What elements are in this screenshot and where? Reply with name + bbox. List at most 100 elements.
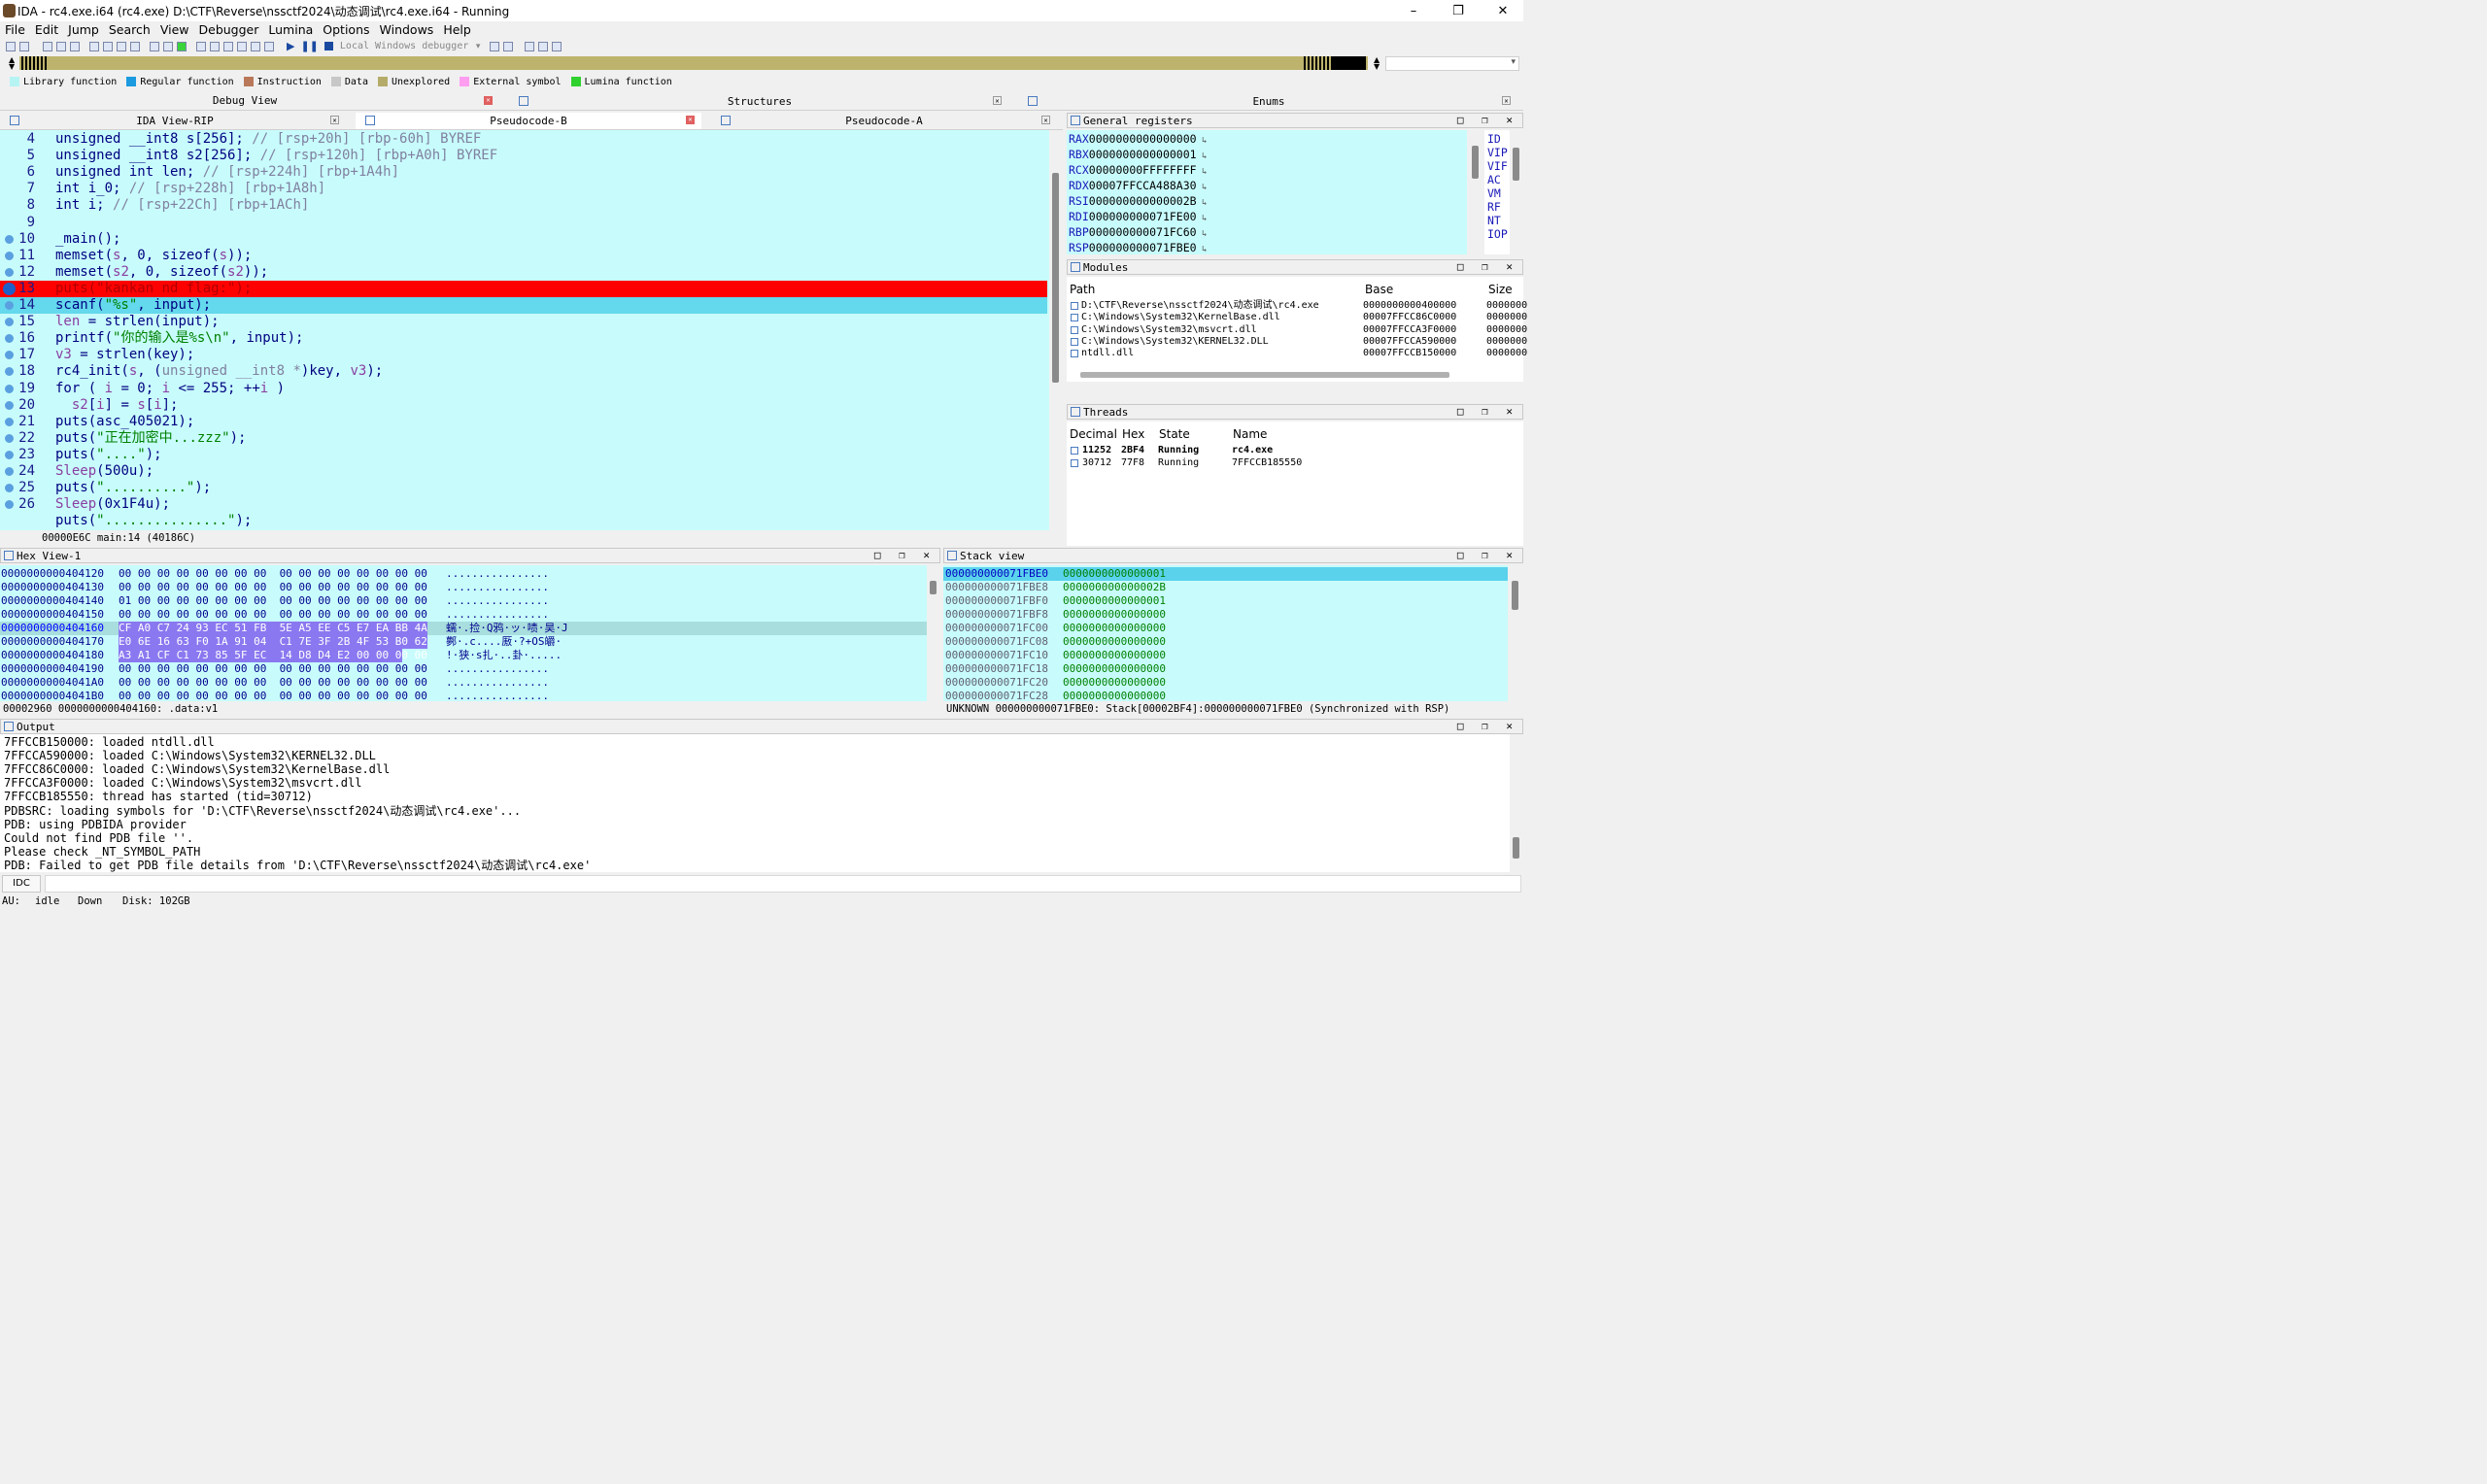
hex-row[interactable]: 0000000000404190 00 00 00 00 00 00 00 00 … <box>0 662 927 676</box>
stack-scrollbar[interactable] <box>1508 565 1523 701</box>
run-to-icon[interactable] <box>503 41 514 51</box>
stack-value[interactable]: 0000000000000000 <box>1063 690 1166 701</box>
code-line[interactable]: 19 for ( i = 0; i <= 255; ++i ) <box>0 381 1047 397</box>
code-line[interactable]: 21 puts(asc_405021); <box>0 414 1047 430</box>
hex-row[interactable]: 0000000000404180 A3 A1 CF C1 73 85 5F EC … <box>0 649 927 662</box>
registers-pane[interactable]: RAX0000000000000000 ↳ RBX0000000000000001… <box>1067 130 1467 254</box>
breakpoint-dot[interactable] <box>5 484 14 493</box>
hex-bytes[interactable]: 00 00 00 00 00 00 00 00 00 00 00 00 00 0… <box>119 676 427 690</box>
jump-arrow-icon[interactable]: ↳ <box>1197 198 1207 208</box>
stack-value[interactable]: 0000000000000000 <box>1063 662 1166 676</box>
register-row[interactable]: RSI000000000000002B ↳ <box>1069 193 1207 209</box>
register-value[interactable]: 0000000000000001 <box>1089 148 1197 161</box>
hex-ascii[interactable]: ................ <box>446 594 549 608</box>
breakpoint-dot[interactable] <box>5 301 14 310</box>
flag-item[interactable]: VIP <box>1487 146 1508 159</box>
pane-controls[interactable]: □ ❐ ✕ <box>1457 405 1518 418</box>
code-line[interactable]: 4 unsigned __int8 s[256]; // [rsp+20h] [r… <box>0 131 1047 148</box>
down-arrow-icon[interactable] <box>130 41 140 51</box>
thread-name[interactable]: 7FFCCB185550 <box>1232 457 1302 469</box>
breakpoint-dot[interactable] <box>5 267 14 277</box>
hex-ascii[interactable]: ................ <box>446 581 549 594</box>
thread-dec[interactable]: 11252 <box>1082 445 1111 456</box>
stack-row[interactable]: 000000000071FC10 0000000000000000 <box>943 649 1508 662</box>
tab-pseudocode-a[interactable]: Pseudocode-A ✕ <box>711 115 1057 127</box>
register-value[interactable]: 00000000FFFFFFFF <box>1089 163 1197 177</box>
flag-item[interactable]: NT <box>1487 214 1501 227</box>
pane-controls[interactable]: □ ❐ ✕ <box>1457 720 1518 732</box>
code-scrollbar[interactable] <box>1049 130 1063 530</box>
flag-item[interactable]: IOP <box>1487 227 1508 241</box>
tab-enums[interactable]: Enums ✕ <box>1022 95 1516 108</box>
pane-controls[interactable]: □ ❐ ✕ <box>874 549 936 561</box>
chevron-down-icon[interactable]: ▾ <box>476 42 481 51</box>
stack-value[interactable]: 000000000000002B <box>1063 581 1166 594</box>
modules-hscroll[interactable] <box>1080 372 1449 378</box>
module-path[interactable]: C:\Windows\System32\KERNEL32.DLL <box>1081 336 1269 348</box>
code-line[interactable]: puts("..............."); <box>0 513 1047 529</box>
menu-view[interactable]: View <box>155 22 194 37</box>
hex-bytes[interactable]: 00 00 00 00 00 00 00 00 00 00 00 00 00 0… <box>119 567 427 581</box>
string-icon[interactable] <box>163 41 173 51</box>
jump-arrow-icon[interactable]: ↳ <box>1197 136 1207 146</box>
thread-state[interactable]: Running <box>1158 445 1199 456</box>
col-state[interactable]: State <box>1159 427 1190 441</box>
menu-file[interactable]: File <box>0 22 30 37</box>
lumina-icon[interactable] <box>177 41 187 51</box>
stack-row[interactable]: 000000000071FC18 0000000000000000 <box>943 662 1508 676</box>
flag-item[interactable]: VIF <box>1487 159 1508 173</box>
output-pane[interactable]: 7FFCCB150000: loaded ntdll.dll 7FFCCA5900… <box>0 734 1510 872</box>
hex-bytes[interactable]: 00 00 00 00 00 00 00 00 00 00 00 00 00 0… <box>119 581 427 594</box>
hex-ascii[interactable]: ................ <box>446 608 549 622</box>
stack-row[interactable]: 000000000071FC20 0000000000000000 <box>943 676 1508 690</box>
col-path[interactable]: Path <box>1070 283 1095 296</box>
flag-item[interactable]: ID <box>1487 132 1501 146</box>
stack-value[interactable]: 0000000000000000 <box>1063 649 1166 662</box>
history-icon[interactable] <box>70 41 80 51</box>
copy-icon[interactable] <box>117 41 126 51</box>
hex-bytes[interactable]: 00 00 00 00 00 00 00 00 00 00 00 00 00 0… <box>119 662 427 676</box>
col-size[interactable]: Size <box>1488 283 1513 296</box>
code-line[interactable]: 15 len = strlen(input); <box>0 314 1047 330</box>
code-line[interactable]: 14 scanf("%s", input); <box>0 297 1047 314</box>
register-value[interactable]: 00007FFCCA488A30 <box>1089 179 1197 192</box>
breakpoint-dot[interactable] <box>5 450 14 459</box>
stack-row[interactable]: 000000000071FBE0 0000000000000001 <box>943 567 1508 581</box>
breakpoint-dot[interactable] <box>5 367 14 377</box>
register-row[interactable]: RAX0000000000000000 ↳ <box>1069 131 1207 147</box>
close-icon[interactable]: ✕ <box>1502 96 1511 105</box>
menu-jump[interactable]: Jump <box>63 22 104 37</box>
close-icon[interactable]: ✕ <box>1041 116 1050 124</box>
module-path[interactable]: C:\Windows\System32\msvcrt.dll <box>1081 324 1257 336</box>
breakpoint-dot[interactable] <box>5 318 14 327</box>
stack-value[interactable]: 0000000000000001 <box>1063 594 1166 608</box>
hex-row[interactable]: 00000000004041B0 00 00 00 00 00 00 00 00 … <box>0 690 927 701</box>
cross-icon[interactable] <box>264 41 274 51</box>
stack-value[interactable]: 0000000000000001 <box>1063 567 1166 581</box>
code-line[interactable]: 26 Sleep(0x1F4u); <box>0 496 1047 513</box>
hex-row[interactable]: 0000000000404130 00 00 00 00 00 00 00 00 … <box>0 581 927 594</box>
stack-row[interactable]: 000000000071FBE8 000000000000002B <box>943 581 1508 594</box>
hex-ascii[interactable]: !·狭·s扎·..卦·..... <box>446 649 562 662</box>
modules-pane[interactable]: Path Base Size D:\CTF\Reverse\nssctf2024… <box>1067 277 1527 382</box>
register-row[interactable]: RDX00007FFCCA488A30 ↳ <box>1069 178 1207 193</box>
stack-row[interactable]: 000000000071FC00 0000000000000000 <box>943 622 1508 635</box>
tab-structures[interactable]: Structures ✕ <box>513 95 1006 108</box>
hex-row[interactable]: 0000000000404150 00 00 00 00 00 00 00 00 … <box>0 608 927 622</box>
jump-arrow-icon[interactable]: ↳ <box>1197 167 1207 177</box>
segment-select[interactable]: ▾ <box>1385 56 1519 71</box>
breakpoint-dot[interactable] <box>5 334 14 344</box>
code-line[interactable]: 23 puts("...."); <box>0 447 1047 463</box>
trace-add-icon[interactable] <box>538 41 549 51</box>
menu-windows[interactable]: Windows <box>375 22 439 37</box>
hex-scrollbar[interactable] <box>927 565 940 701</box>
step-icon[interactable] <box>490 41 500 51</box>
breakpoint-dot[interactable] <box>5 234 14 244</box>
jump-arrow-icon[interactable]: ↳ <box>1197 245 1207 254</box>
hex-ascii[interactable]: 蠕·.捡·Q鸦·ッ·啧·昊·J <box>446 622 568 635</box>
breakpoint-dot[interactable] <box>5 433 14 443</box>
breakpoint-dot[interactable] <box>3 282 16 295</box>
stop-icon[interactable] <box>324 42 333 51</box>
menu-help[interactable]: Help <box>438 22 476 37</box>
close-icon[interactable]: ✕ <box>484 96 493 105</box>
